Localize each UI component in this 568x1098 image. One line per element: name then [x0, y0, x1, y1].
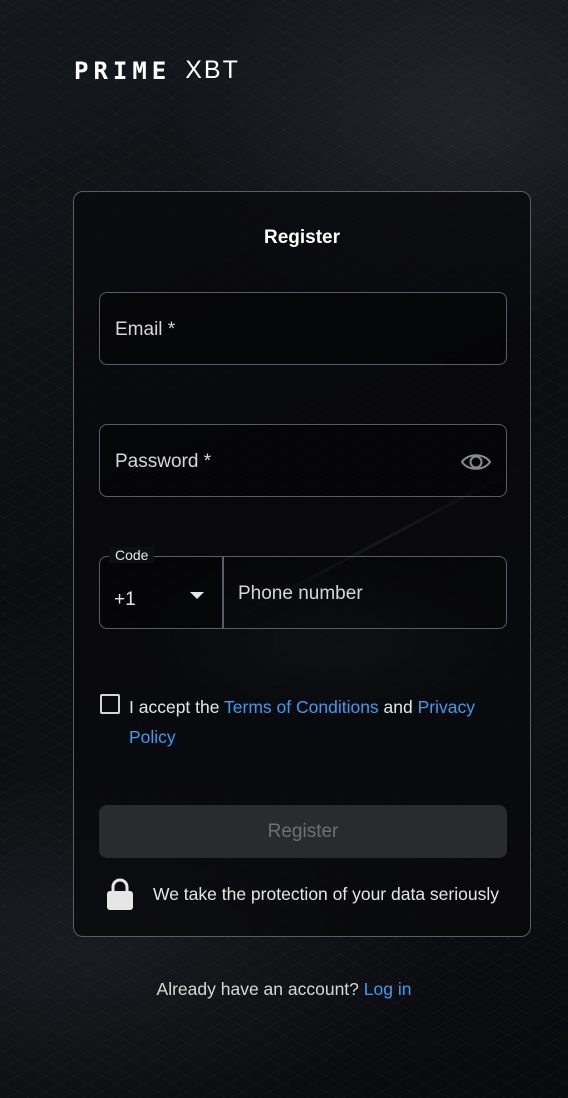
phone-row: Code +1 Phone number: [99, 547, 507, 629]
security-note-text: We take the protection of your data seri…: [153, 884, 499, 904]
phone-number-input[interactable]: Phone number: [222, 556, 507, 629]
brand-logo: PRIME XBT: [74, 56, 240, 85]
email-field[interactable]: Email *: [99, 292, 507, 365]
terms-and: and: [378, 697, 418, 717]
register-card: Register Email * Password * Code +1 Phon…: [73, 191, 531, 937]
login-link[interactable]: Log in: [364, 979, 412, 999]
login-question: Already have an account?: [156, 979, 364, 999]
register-button[interactable]: Register: [99, 805, 507, 858]
password-placeholder: Password *: [115, 451, 212, 472]
brand-logo-xbt: XBT: [185, 56, 240, 84]
brand-logo-prime: PRIME: [74, 56, 172, 85]
country-code-value: +1: [114, 589, 136, 610]
caret-down-icon[interactable]: [190, 592, 204, 599]
login-prompt: Already have an account? Log in: [0, 979, 568, 1000]
terms-prefix: I accept the: [129, 697, 225, 717]
form-title: Register: [263, 227, 341, 248]
country-code-select[interactable]: Code +1: [99, 547, 224, 629]
terms-checkbox[interactable]: [100, 694, 120, 714]
eye-icon[interactable]: [460, 451, 492, 473]
terms-text: I accept the Terms of Conditions and Pri…: [129, 692, 489, 752]
password-field[interactable]: Password *: [99, 424, 507, 497]
phone-divider: [222, 556, 224, 629]
lock-icon: [107, 878, 133, 910]
country-code-label: Code: [109, 547, 155, 563]
email-placeholder: Email *: [115, 319, 176, 340]
phone-number-placeholder: Phone number: [238, 583, 363, 604]
terms-of-conditions-link[interactable]: Terms of Conditions: [224, 697, 379, 717]
security-note: We take the protection of your data seri…: [107, 878, 507, 910]
